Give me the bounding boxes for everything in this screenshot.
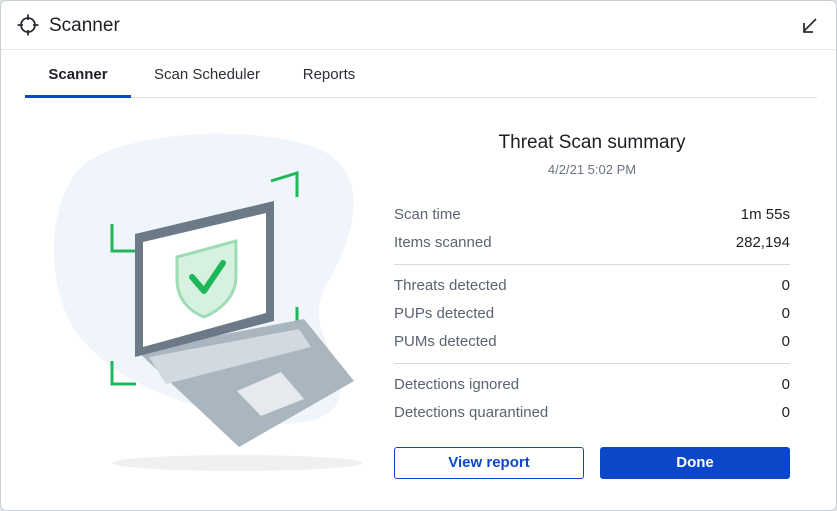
stat-row-scan-time: Scan time 1m 55s <box>394 206 790 234</box>
tab-bar: Scanner Scan Scheduler Reports <box>25 50 817 98</box>
stat-value: 0 <box>781 277 790 294</box>
summary-title: Threat Scan summary <box>498 132 686 153</box>
stat-label: Detections ignored <box>394 376 520 393</box>
stat-label: PUPs detected <box>394 305 495 322</box>
stat-row-pums-detected: PUMs detected 0 <box>394 333 790 361</box>
tab-reports[interactable]: Reports <box>297 50 361 97</box>
done-button[interactable]: Done <box>600 447 790 479</box>
title-bar: Scanner <box>1 1 836 50</box>
stat-label: Items scanned <box>394 234 492 251</box>
laptop-shield-check-icon <box>53 133 362 471</box>
stat-value: 0 <box>781 305 790 322</box>
tab-label: Scan Scheduler <box>154 66 260 83</box>
stat-row-detections-quarantined: Detections quarantined 0 <box>394 404 790 432</box>
summary-date: 4/2/21 5:02 PM <box>547 162 637 177</box>
stat-label: Scan time <box>394 206 461 223</box>
tab-label: Reports <box>302 66 356 83</box>
stat-row-detections-ignored: Detections ignored 0 <box>394 376 790 404</box>
window-title: Scanner <box>49 15 120 36</box>
stat-value: 0 <box>781 333 790 350</box>
stat-row-items-scanned: Items scanned 282,194 <box>394 234 790 262</box>
scanner-window: Scanner Scanner Scan Scheduler Reports T… <box>0 0 837 511</box>
stat-value: 1m 55s <box>740 206 790 223</box>
stat-value: 282,194 <box>735 234 790 251</box>
divider <box>394 264 790 265</box>
divider <box>394 363 790 364</box>
stat-label: PUMs detected <box>394 333 497 350</box>
view-report-button[interactable]: View report <box>394 447 584 479</box>
tab-label: Scanner <box>48 66 108 83</box>
stat-label: Threats detected <box>394 277 507 294</box>
stat-row-threats-detected: Threats detected 0 <box>394 277 790 305</box>
tab-scanner[interactable]: Scanner <box>25 50 131 98</box>
active-tab-indicator <box>25 95 131 98</box>
stat-label: Detections quarantined <box>394 404 549 421</box>
arrow-down-left-icon[interactable] <box>800 16 820 36</box>
crosshair-icon <box>17 14 39 36</box>
tab-scan-scheduler[interactable]: Scan Scheduler <box>149 50 265 97</box>
stat-row-pups-detected: PUPs detected 0 <box>394 305 790 333</box>
stat-value: 0 <box>781 376 790 393</box>
stat-value: 0 <box>781 404 790 421</box>
